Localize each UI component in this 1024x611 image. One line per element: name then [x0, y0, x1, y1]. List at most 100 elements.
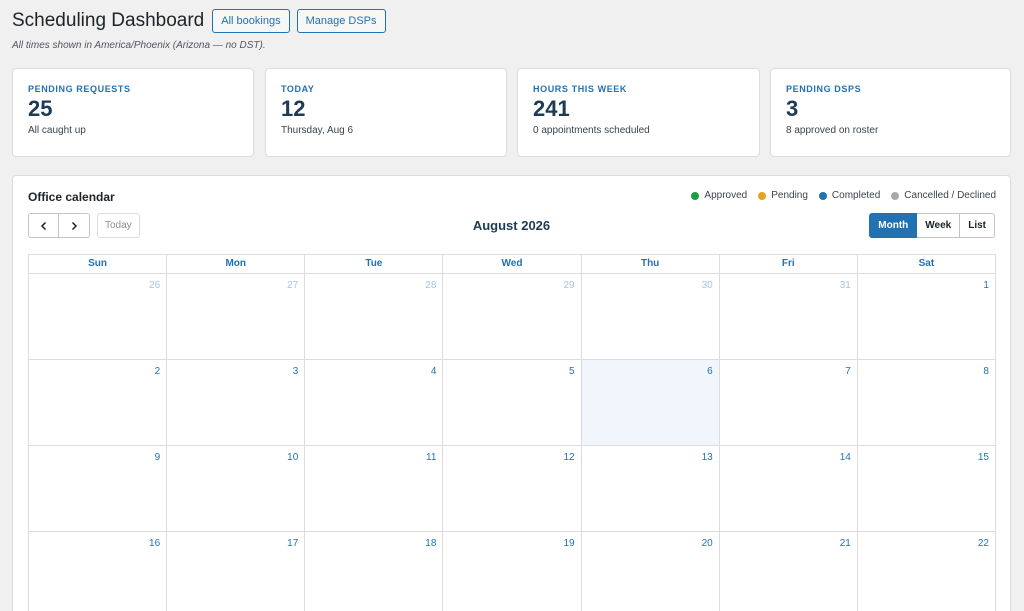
view-month-button[interactable]: Month	[869, 213, 918, 238]
day-number[interactable]: 5	[569, 366, 575, 377]
stat-value: 25	[28, 96, 53, 121]
stat-label: TODAY	[281, 84, 315, 94]
day-number[interactable]: 31	[840, 280, 851, 291]
day-number[interactable]: 20	[702, 538, 713, 549]
day-number[interactable]: 18	[425, 538, 436, 549]
day-number[interactable]: 21	[840, 538, 851, 549]
weekday-header: Sat	[857, 255, 996, 274]
legend-item-approved: Approved	[691, 190, 747, 201]
day-number[interactable]: 30	[702, 280, 713, 291]
calendar-day-cell[interactable]: 20	[582, 532, 720, 611]
day-number[interactable]: 16	[149, 538, 160, 549]
view-switcher: Month Week List	[869, 213, 995, 238]
calendar-day-cell[interactable]: 1	[857, 274, 996, 360]
day-number[interactable]: 27	[287, 280, 298, 291]
day-number[interactable]: 19	[563, 538, 574, 549]
calendar-title: Office calendar	[28, 190, 115, 204]
stat-card-pending-dsps: PENDING DSPS 3 8 approved on roster	[770, 68, 1011, 157]
weekday-header: Fri	[719, 255, 858, 274]
week-row: 2 3 4 5 6 7 8	[29, 360, 996, 446]
day-number[interactable]: 3	[293, 366, 299, 377]
stats-cards: PENDING REQUESTS 25 All caught up TODAY …	[12, 68, 1011, 157]
calendar-day-cell[interactable]: 5	[443, 360, 582, 446]
calendar-day-cell[interactable]: 8	[857, 360, 996, 446]
legend-item-completed: Completed	[818, 190, 880, 201]
calendar-day-cell-today[interactable]: 6	[581, 360, 720, 446]
stat-sub: Thursday, Aug 6	[281, 125, 354, 136]
day-number[interactable]: 29	[563, 280, 574, 291]
calendar-day-cell[interactable]: 31	[719, 274, 858, 360]
weekday-header-row: Sun Mon Tue Wed Thu Fri Sat	[29, 255, 996, 274]
calendar-day-cell[interactable]: 27	[167, 274, 306, 360]
day-number[interactable]: 28	[425, 280, 436, 291]
calendar-day-cell[interactable]: 4	[305, 360, 444, 446]
day-number[interactable]: 6	[707, 366, 713, 377]
calendar-day-cell[interactable]: 3	[167, 360, 306, 446]
stat-sub: 0 appointments scheduled	[533, 125, 650, 136]
calendar-day-cell[interactable]: 10	[167, 446, 306, 532]
day-number[interactable]: 15	[978, 452, 989, 463]
calendar-day-cell[interactable]: 9	[29, 446, 168, 532]
stat-value: 241	[533, 96, 570, 121]
weekday-header: Thu	[581, 255, 720, 274]
day-number[interactable]: 10	[287, 452, 298, 463]
calendar-day-cell[interactable]: 17	[167, 532, 306, 611]
stat-card-today: TODAY 12 Thursday, Aug 6	[265, 68, 507, 157]
manage-dsps-button[interactable]: Manage DSPs	[296, 9, 386, 33]
calendar-day-cell[interactable]: 28	[305, 274, 444, 360]
day-number[interactable]: 14	[840, 452, 851, 463]
calendar-day-cell[interactable]: 2	[29, 360, 168, 446]
timezone-note: All times shown in America/Phoenix (Ariz…	[12, 40, 266, 51]
approved-dot-icon	[691, 191, 700, 200]
calendar-day-cell[interactable]: 12	[443, 446, 582, 532]
calendar-day-cell[interactable]: 30	[581, 274, 720, 360]
calendar-day-cell[interactable]: 11	[305, 446, 444, 532]
calendar-legend: Approved Pending Completed Cancelled / D…	[691, 190, 996, 201]
day-number[interactable]: 4	[431, 366, 437, 377]
legend-label: Cancelled / Declined	[904, 190, 996, 201]
day-number[interactable]: 12	[563, 452, 574, 463]
day-number[interactable]: 22	[978, 538, 989, 549]
day-number[interactable]: 26	[149, 280, 160, 291]
stat-label: PENDING DSPS	[786, 84, 862, 94]
cancelled-dot-icon	[891, 191, 900, 200]
day-number[interactable]: 2	[155, 366, 161, 377]
stat-value: 3	[786, 96, 799, 121]
calendar-day-cell[interactable]: 29	[443, 274, 582, 360]
calendar-day-cell[interactable]: 15	[857, 446, 996, 532]
weekday-header: Mon	[167, 255, 306, 274]
month-title: August 2026	[472, 218, 551, 233]
day-number[interactable]: 1	[983, 280, 989, 291]
calendar-day-cell[interactable]: 26	[29, 274, 168, 360]
calendar-day-cell[interactable]: 21	[720, 532, 858, 611]
week-row: 9 10 11 12 13 14 15	[29, 446, 996, 532]
calendar-day-cell[interactable]: 18	[305, 532, 444, 611]
legend-item-pending: Pending	[758, 190, 808, 201]
calendar-day-cell[interactable]: 22	[858, 532, 996, 611]
all-bookings-button[interactable]: All bookings	[212, 9, 290, 33]
stat-sub: All caught up	[28, 125, 86, 136]
stat-value: 12	[281, 96, 306, 121]
calendar-day-cell[interactable]: 7	[719, 360, 858, 446]
day-number[interactable]: 11	[426, 452, 436, 463]
page-title: Scheduling Dashboard	[12, 10, 205, 31]
pending-dot-icon	[758, 191, 767, 200]
view-week-button[interactable]: Week	[917, 213, 961, 238]
calendar-day-cell[interactable]: 13	[581, 446, 720, 532]
stat-label: HOURS THIS WEEK	[533, 84, 628, 94]
calendar-day-cell[interactable]: 14	[719, 446, 858, 532]
calendar-day-cell[interactable]: 19	[443, 532, 582, 611]
day-number[interactable]: 9	[155, 452, 161, 463]
day-number[interactable]: 17	[287, 538, 298, 549]
day-number[interactable]: 13	[702, 452, 713, 463]
day-number[interactable]: 7	[845, 366, 851, 377]
day-number[interactable]: 8	[983, 366, 989, 377]
stat-card-hours-this-week: HOURS THIS WEEK 241 0 appointments sched…	[517, 68, 760, 157]
weekday-header: Sun	[29, 255, 168, 274]
view-list-button[interactable]: List	[960, 213, 995, 238]
page-header: Scheduling Dashboard All bookings Manage…	[12, 9, 386, 33]
month-grid: Sun Mon Tue Wed Thu Fri Sat 26 27 28 29 30 31…	[28, 254, 996, 611]
legend-label: Approved	[704, 190, 748, 201]
legend-label: Pending	[771, 190, 808, 201]
calendar-day-cell[interactable]: 16	[29, 532, 168, 611]
